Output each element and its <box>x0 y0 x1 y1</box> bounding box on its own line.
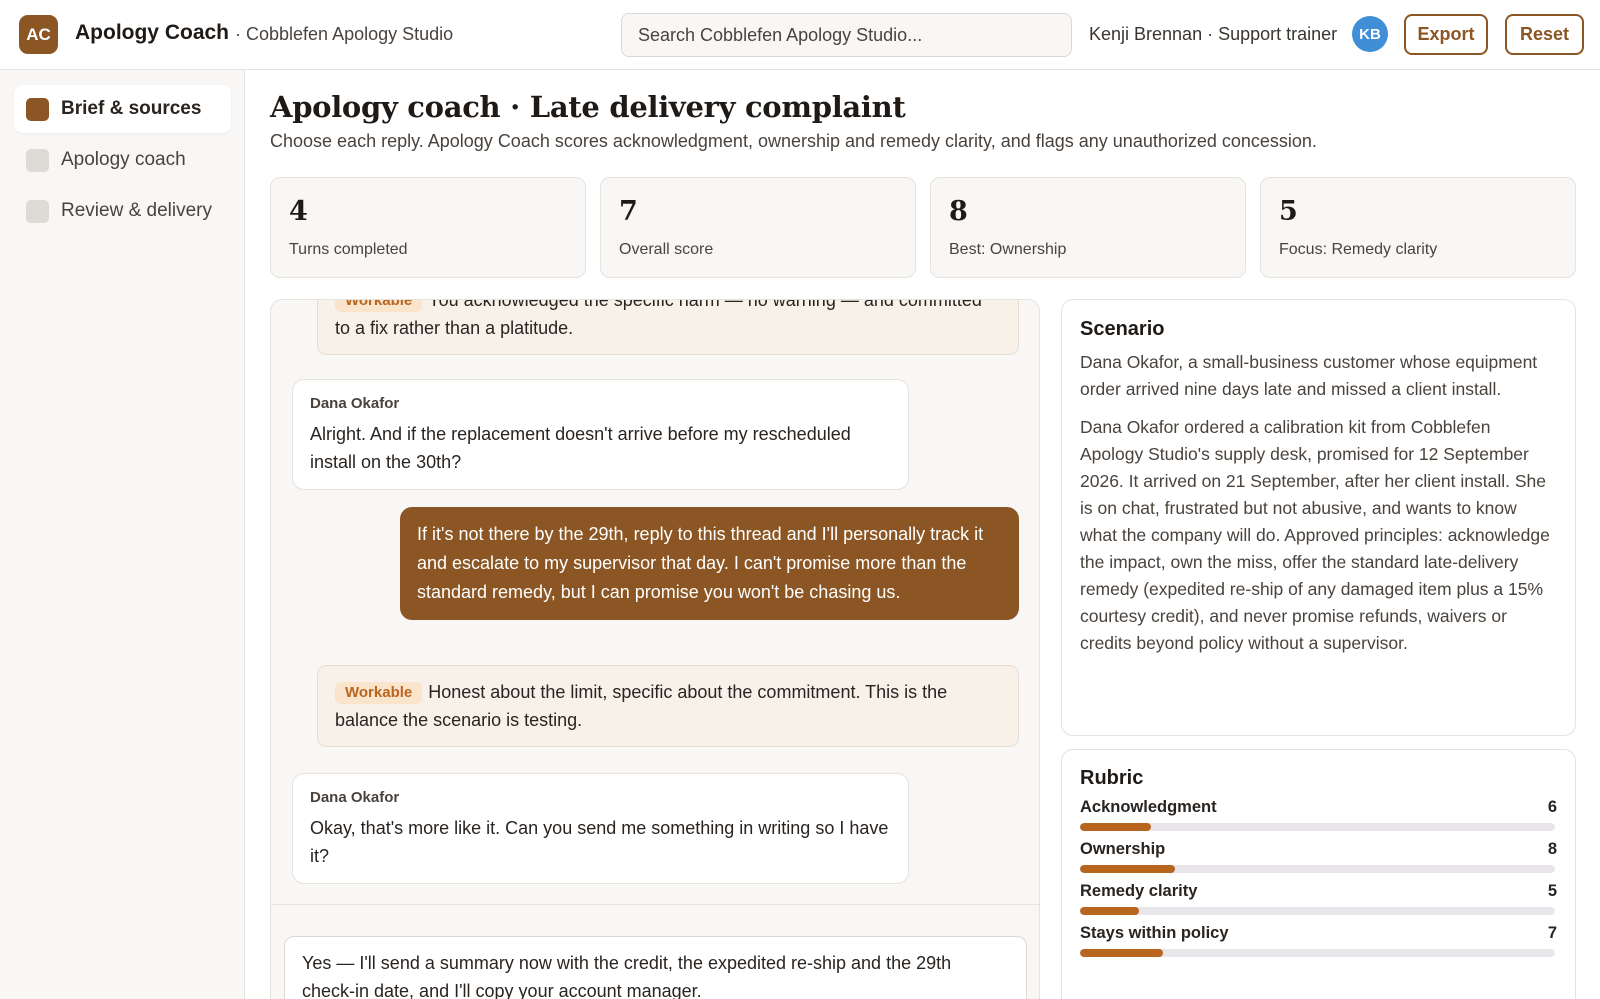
rubric-name: Stays within policy <box>1080 924 1229 942</box>
feedback-text: You acknowledged the specific harm — no … <box>335 299 982 338</box>
workspace-name: · Cobblefen Apology Studio <box>235 24 454 44</box>
coach-feedback: Workable You acknowledged the specific ha… <box>317 299 1019 355</box>
sidebar-item-apology-coach[interactable]: Apology coach <box>14 136 231 184</box>
rubric-name: Ownership <box>1080 840 1166 858</box>
sidebar-item-review-delivery[interactable]: Review & delivery <box>14 187 231 235</box>
speaker-name: Dana Okafor <box>310 789 400 806</box>
avatar[interactable]: KB <box>1352 16 1388 52</box>
status-badge: Workable <box>335 300 423 312</box>
score-bar <box>1080 865 1555 873</box>
speaker-name: Dana Okafor <box>310 395 400 412</box>
page-subtitle: Choose each reply. Apology Coach scores … <box>270 131 1317 151</box>
sidebar-item-label: Review & delivery <box>61 200 212 221</box>
page-title: Apology coach · Late delivery complaint <box>270 90 906 124</box>
rubric-row-ownership: Ownership 8 <box>1080 838 1557 880</box>
coach-feedback: Workable Honest about the limit, specific… <box>317 665 1019 747</box>
reply-composer-area: Yes — I'll send a summary now with the c… <box>271 904 1039 999</box>
stat-value: 5 <box>1279 196 1298 227</box>
stat-value: 4 <box>289 196 308 227</box>
sidebar: Brief & sources Apology coach Review & d… <box>0 70 245 999</box>
score-bar-fill <box>1080 907 1140 915</box>
chat-transcript[interactable]: Workable You acknowledged the specific ha… <box>270 299 1040 999</box>
rubric-title: Rubric <box>1080 767 1144 789</box>
rubric-score: 6 <box>1547 798 1557 816</box>
customer-message: Dana Okafor Okay, that's more like it. C… <box>292 773 909 884</box>
stat-label: Best: Ownership <box>949 241 1067 258</box>
reset-button[interactable]: Reset <box>1505 14 1584 55</box>
top-bar: AC Apology Coach · Cobblefen Apology Stu… <box>0 0 1600 70</box>
step-square-icon <box>26 97 49 121</box>
stat-label: Focus: Remedy clarity <box>1279 241 1438 258</box>
rubric-row-acknowledgment: Acknowledgment 6 <box>1080 796 1557 838</box>
rubric-score: 8 <box>1547 840 1557 858</box>
export-button[interactable]: Export <box>1404 14 1488 55</box>
app-logo: AC <box>19 15 58 54</box>
step-square-icon <box>26 199 49 223</box>
score-bar-fill <box>1080 823 1152 831</box>
stat-value: 7 <box>619 196 638 227</box>
message-text: Okay, that's more like it. Can you send … <box>310 818 889 866</box>
stat-label: Overall score <box>619 241 714 258</box>
app-title: Apology Coach <box>75 21 230 44</box>
stat-card-overall: 7 Overall score <box>600 177 916 278</box>
scenario-details: Dana Okafor ordered a calibration kit fr… <box>1080 417 1550 653</box>
score-bar-fill <box>1080 865 1175 873</box>
stat-value: 8 <box>949 196 968 227</box>
search-input[interactable] <box>621 13 1072 57</box>
scenario-summary: Dana Okafor, a small-business customer w… <box>1080 352 1538 399</box>
score-bar-fill <box>1080 949 1164 957</box>
score-bar <box>1080 907 1555 915</box>
stat-label: Turns completed <box>289 241 408 258</box>
rubric-card: Rubric Acknowledgment 6 Ownership 8 Reme… <box>1061 749 1576 999</box>
user-name: Kenji Brennan · Support trainer <box>1089 24 1338 44</box>
rubric-score: 5 <box>1547 882 1557 900</box>
rubric-row-remedy-clarity: Remedy clarity 5 <box>1080 880 1557 922</box>
stat-card-focus: 5 Focus: Remedy clarity <box>1260 177 1576 278</box>
agent-reply: If it's not there by the 29th, reply to … <box>400 507 1019 620</box>
message-text: Alright. And if the replacement doesn't … <box>310 424 851 472</box>
message-text: If it's not there by the 29th, reply to … <box>417 524 984 602</box>
score-bar <box>1080 823 1555 831</box>
rubric-name: Acknowledgment <box>1080 798 1217 816</box>
sidebar-item-brief-sources[interactable]: Brief & sources <box>14 85 231 133</box>
rubric-name: Remedy clarity <box>1080 882 1198 900</box>
customer-message: Dana Okafor Alright. And if the replacem… <box>292 379 909 490</box>
rubric-row-stays-within-policy: Stays within policy 7 <box>1080 922 1557 964</box>
step-square-icon <box>26 148 49 172</box>
stat-card-best: 8 Best: Ownership <box>930 177 1246 278</box>
rubric-score: 7 <box>1547 924 1557 942</box>
score-bar <box>1080 949 1555 957</box>
scenario-card: Scenario Dana Okafor, a small-business c… <box>1061 299 1576 736</box>
feedback-text: Honest about the limit, specific about t… <box>335 682 948 730</box>
scenario-title: Scenario <box>1080 318 1165 340</box>
stat-card-turns: 4 Turns completed <box>270 177 586 278</box>
status-badge: Workable <box>335 682 423 704</box>
reply-option[interactable]: Yes — I'll send a summary now with the c… <box>284 936 1027 999</box>
sidebar-item-label: Brief & sources <box>61 98 202 119</box>
sidebar-item-label: Apology coach <box>61 149 186 170</box>
